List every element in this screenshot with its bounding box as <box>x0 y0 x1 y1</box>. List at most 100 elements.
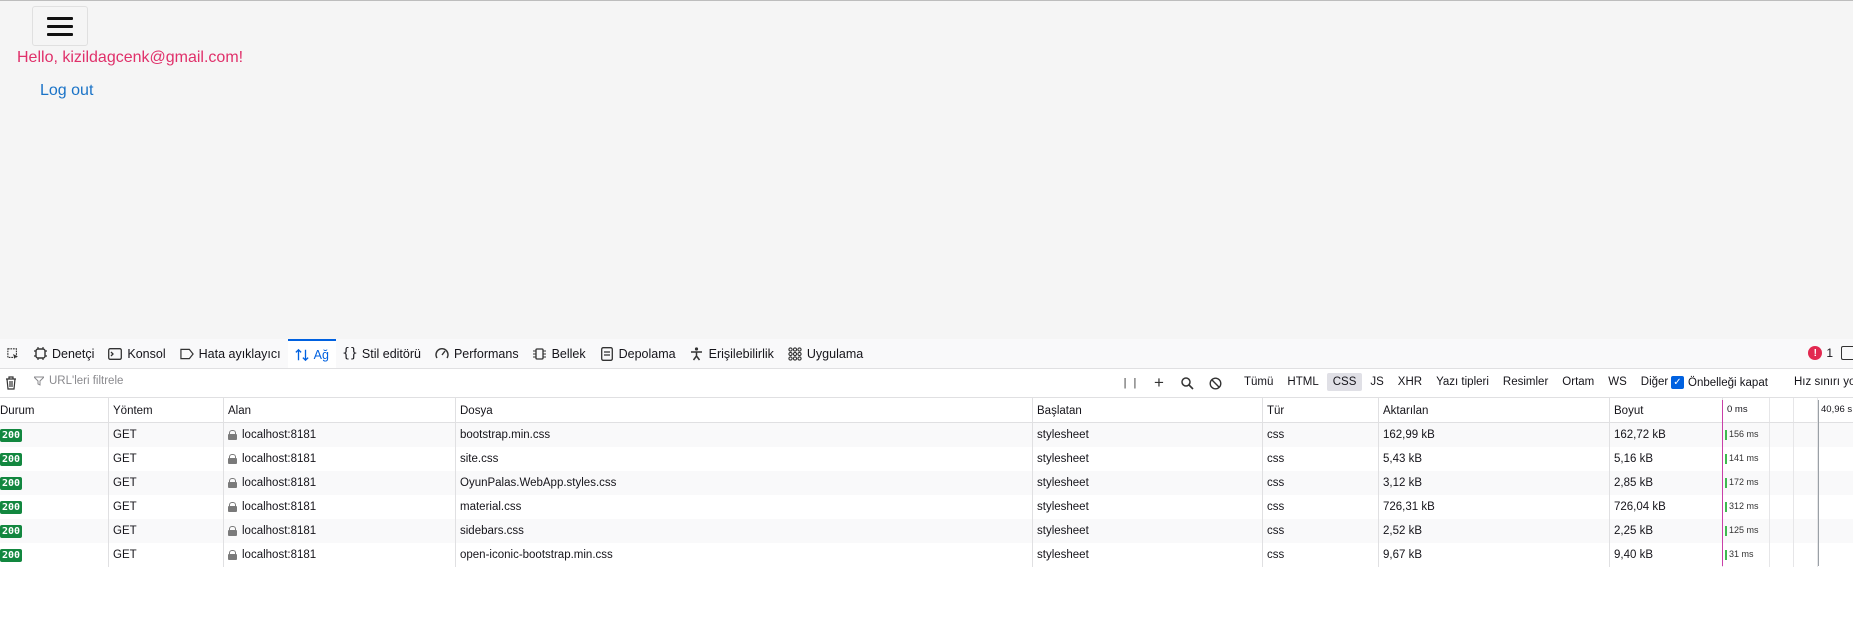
trash-icon <box>6 376 16 390</box>
filter-media[interactable]: Ortam <box>1556 373 1600 391</box>
col-size[interactable]: Boyut <box>1610 398 1723 422</box>
timing-label: 125 ms <box>1729 525 1759 535</box>
waterfall-gridline <box>1769 495 1770 519</box>
tab-label: Konsol <box>127 346 166 361</box>
method-cell: GET <box>109 495 224 519</box>
filter-ws[interactable]: WS <box>1602 373 1633 391</box>
filter-images[interactable]: Resimler <box>1497 373 1554 391</box>
search-button[interactable] <box>1173 372 1201 394</box>
table-row[interactable]: 200 GET localhost:8181 material.css styleshe… <box>0 495 1853 519</box>
filter-css[interactable]: CSS <box>1326 373 1363 391</box>
logout-link[interactable]: Log out <box>40 82 93 100</box>
method-cell: GET <box>109 447 224 471</box>
tab-performance[interactable]: Performans <box>428 339 526 368</box>
status-badge: 200 <box>0 548 23 562</box>
storage-icon <box>600 346 614 361</box>
table-row[interactable]: 200 GET localhost:8181 site.css stylesheet cs… <box>0 447 1853 471</box>
filter-js[interactable]: JS <box>1364 373 1389 391</box>
waterfall-gridline <box>1769 423 1770 447</box>
col-initiator[interactable]: Başlatan <box>1033 398 1263 422</box>
disable-cache-toggle[interactable]: ✓ Önbelleği kapat <box>1671 376 1768 389</box>
tab-debugger[interactable]: Hata ayıklayıcı <box>173 339 288 368</box>
tab-label: Bellek <box>551 346 586 361</box>
plus-icon: + <box>1154 373 1164 392</box>
method-cell: GET <box>109 471 224 495</box>
tab-inspector[interactable]: Denetçi <box>26 339 101 368</box>
size-cell: 726,04 kB <box>1610 495 1723 519</box>
block-button[interactable] <box>1201 372 1229 394</box>
url-filter[interactable]: URL'leri filtrele <box>34 375 123 387</box>
waterfall-cell: 172 ms <box>1723 471 1853 495</box>
status-cell: 200 <box>0 447 109 471</box>
col-status[interactable]: Durum <box>0 398 109 422</box>
col-waterfall[interactable]: 0 ms 40,96 s <box>1723 398 1853 422</box>
timing-label: 31 ms <box>1729 549 1754 559</box>
col-method[interactable]: Yöntem <box>109 398 224 422</box>
menu-toggle-button[interactable] <box>32 6 88 46</box>
debugger-icon <box>179 347 194 361</box>
transferred-cell: 9,67 kB <box>1379 543 1610 567</box>
domain-cell: localhost:8181 <box>224 471 456 495</box>
tab-memory[interactable]: Bellek <box>526 339 593 368</box>
domain-cell: localhost:8181 <box>224 447 456 471</box>
tab-accessibility[interactable]: Erişilebilirlik <box>683 339 781 368</box>
search-icon <box>1180 376 1194 390</box>
toolbar-actions: | | + <box>1117 369 1229 397</box>
tab-style-editor[interactable]: {} Stil editörü <box>336 339 428 368</box>
waterfall-gridline <box>1793 398 1794 422</box>
throttle-select[interactable]: Hız sınırı yo <box>1794 376 1853 388</box>
file-cell: bootstrap.min.css <box>456 423 1033 447</box>
devtools-panel: Denetçi Konsol Hata ayıklayıcı Ağ {} Sti… <box>0 339 1853 622</box>
col-file[interactable]: Dosya <box>456 398 1033 422</box>
table-row[interactable]: 200 GET localhost:8181 bootstrap.min.css sty… <box>0 423 1853 447</box>
element-picker-button[interactable] <box>0 339 26 368</box>
waterfall-end-label: 40,96 s <box>1821 404 1853 415</box>
waterfall-gridline <box>1769 471 1770 495</box>
devtools-tabbar: Denetçi Konsol Hata ayıklayıcı Ağ {} Sti… <box>0 339 1853 369</box>
pause-button[interactable]: | | <box>1117 372 1145 394</box>
table-row[interactable]: 200 GET localhost:8181 sidebars.css styleshe… <box>0 519 1853 543</box>
waterfall-load-marker <box>1722 400 1723 566</box>
status-badge: 200 <box>0 500 23 514</box>
size-cell: 9,40 kB <box>1610 543 1723 567</box>
waterfall-gridline <box>1793 471 1794 495</box>
lock-icon <box>228 430 237 440</box>
col-type[interactable]: Tür <box>1263 398 1379 422</box>
status-cell: 200 <box>0 471 109 495</box>
transferred-cell: 162,99 kB <box>1379 423 1610 447</box>
table-row[interactable]: 200 GET localhost:8181 OyunPalas.WebApp.sty… <box>0 471 1853 495</box>
domain-cell: localhost:8181 <box>224 495 456 519</box>
error-counter[interactable]: ! 1 <box>1808 346 1833 360</box>
type-cell: css <box>1263 543 1379 567</box>
initiator-cell: stylesheet <box>1033 447 1263 471</box>
tab-network[interactable]: Ağ <box>287 339 336 368</box>
status-badge: 200 <box>0 428 23 442</box>
add-request-button[interactable]: + <box>1145 372 1173 394</box>
filter-html[interactable]: HTML <box>1281 373 1324 391</box>
tab-label: Stil editörü <box>361 346 421 361</box>
initiator-cell: stylesheet <box>1033 495 1263 519</box>
size-cell: 2,25 kB <box>1610 519 1723 543</box>
tab-console[interactable]: Konsol <box>101 339 172 368</box>
filter-xhr[interactable]: XHR <box>1392 373 1428 391</box>
filter-all[interactable]: Tümü <box>1238 373 1279 391</box>
checkbox-checked-icon[interactable]: ✓ <box>1671 376 1684 389</box>
col-transferred[interactable]: Aktarılan <box>1379 398 1610 422</box>
filter-other[interactable]: Diğer <box>1635 373 1674 391</box>
file-cell: open-iconic-bootstrap.min.css <box>456 543 1033 567</box>
table-row[interactable]: 200 GET localhost:8181 open-iconic-bootstra… <box>0 543 1853 567</box>
waterfall-bar <box>1725 478 1727 488</box>
tab-storage[interactable]: Depolama <box>593 339 683 368</box>
tab-label: Depolama <box>618 346 676 361</box>
status-cell: 200 <box>0 519 109 543</box>
url-filter-input[interactable]: URL'leri filtrele <box>49 375 123 387</box>
waterfall-gridline <box>1793 423 1794 447</box>
clear-button[interactable] <box>2 372 20 394</box>
col-domain[interactable]: Alan <box>224 398 456 422</box>
tab-application[interactable]: Uygulama <box>781 339 870 368</box>
hamburger-icon <box>47 32 73 36</box>
filter-fonts[interactable]: Yazı tipleri <box>1430 373 1495 391</box>
type-filter-bar: Tümü HTML CSS JS XHR Yazı tipleri Resiml… <box>1238 373 1674 391</box>
dock-side-icon[interactable] <box>1841 346 1853 360</box>
waterfall-dom-marker <box>1818 400 1819 566</box>
